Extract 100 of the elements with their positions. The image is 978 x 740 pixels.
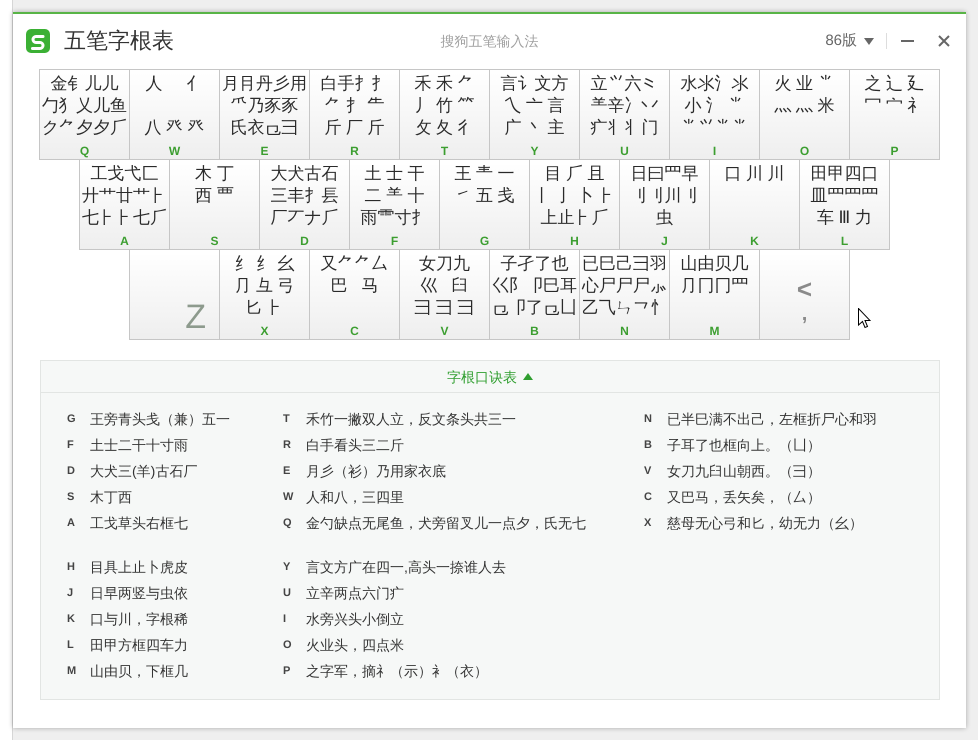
radical-list: ⺷辛冫丷 xyxy=(590,95,658,117)
mouse-cursor-icon xyxy=(858,308,871,329)
mnemonic-text: 人和八，三四里 xyxy=(306,488,404,507)
radical-list: 雨⻗寸⺘ xyxy=(360,207,428,229)
key-letter: B xyxy=(530,324,539,339)
key-letter: J xyxy=(661,234,668,249)
mnemonic-key-letter: I xyxy=(283,612,288,626)
radical-list: 山由贝几 xyxy=(680,253,748,275)
radical-list: 广 丶 主 xyxy=(504,117,565,139)
radical-list: 廾艹廿⺾⺊ xyxy=(82,185,167,207)
mnemonic-key-letter: P xyxy=(283,664,292,678)
key-letter: R xyxy=(350,144,359,159)
radical-list: 月⺝丹彡用 xyxy=(222,73,307,95)
key-letter: U xyxy=(620,144,629,159)
mnemonic-key-letter: G xyxy=(67,412,77,426)
logo-icon xyxy=(26,29,50,53)
mnemonic-text: 白手看头三二斤 xyxy=(306,436,404,455)
key-letter: Z xyxy=(185,300,206,334)
radical-list: 疒丬丬门 xyxy=(590,117,658,139)
radical-list: ⺆冂冂⺫ xyxy=(680,275,748,297)
radical-list: 又⺈⺈厶 xyxy=(320,253,388,275)
radical-list: 西 覀 xyxy=(195,185,234,207)
mnemonic-key-letter: H xyxy=(67,560,76,574)
radical-list: 工戈弋匚 xyxy=(90,163,158,185)
radical-list: 木 丁 xyxy=(195,163,234,185)
radical-list: 冖 宀 礻 xyxy=(864,95,925,117)
radical-list: 乀 亠 言 xyxy=(504,95,565,117)
key-letter: E xyxy=(260,144,268,159)
mnemonic-key-letter: K xyxy=(67,612,76,626)
radical-list: 虫 xyxy=(656,207,673,229)
mnemonic-toggle[interactable]: 字根口诀表 xyxy=(447,366,533,386)
mnemonic-text: 日早两竖与虫依 xyxy=(90,584,188,603)
caret-icon xyxy=(864,38,874,44)
key-letter: X xyxy=(260,324,268,339)
key-letter: D xyxy=(300,234,309,249)
radical-list: 刂刂川刂 xyxy=(630,185,698,207)
mnemonic-key-letter: S xyxy=(67,490,76,504)
radical-list: 斤 厂 斤 xyxy=(324,117,385,139)
radical-list: 七⺊⺊七⺁ xyxy=(82,207,167,229)
mnemonic-key-letter: R xyxy=(283,438,292,452)
radical-list: 子孑了也 xyxy=(500,253,568,275)
key-letter: T xyxy=(440,144,448,159)
radical-list: 火 业 ⺌ xyxy=(774,73,835,95)
radical-list: 丿 竹 ⺮ xyxy=(414,95,475,117)
radical-list: 二 ⺷ 十 xyxy=(364,185,425,207)
mnemonic-text: 金勺缺点无尾鱼，犬旁留叉儿一点夕，氏无七 xyxy=(306,514,586,533)
radical-list: 已巳己⺕羽 xyxy=(582,253,667,275)
key-letter: W xyxy=(168,144,180,159)
radical-list: ⺌⺍⺌⺌ xyxy=(680,117,748,139)
mnemonic-text: 木丁西 xyxy=(90,488,132,507)
mnemonic-text: 火业头，四点米 xyxy=(306,636,404,655)
radical-list: 日曰⺫早 xyxy=(630,163,698,185)
mnemonic-key-letter: U xyxy=(283,586,292,600)
mnemonic-text: 又巴马，丢矢矣，（厶） xyxy=(667,488,821,507)
mnemonic-key-letter: T xyxy=(283,412,291,426)
mnemonic-key-letter: X xyxy=(644,516,652,530)
mnemonic-text: 禾竹一撇双人立，反文条头共三一 xyxy=(306,410,516,429)
radical-list: ⺋卩了⺋凵 xyxy=(492,297,577,319)
radical-list: 目 ⺁ 且 xyxy=(544,163,605,185)
close-icon xyxy=(938,35,950,47)
mnemonic-text: 子耳了也框向上。（凵） xyxy=(667,436,821,455)
radical-list: ⺈ ⺘ ⺧ xyxy=(324,95,385,117)
mnemonic-key-letter: C xyxy=(644,490,653,504)
radical-list: 攵 夂 彳 xyxy=(414,117,475,139)
key-letter: P xyxy=(890,144,898,159)
mnemonic-key-letter: A xyxy=(67,516,76,530)
key-letter: H xyxy=(570,234,579,249)
radical-list: 立⺍六⺀ xyxy=(590,73,658,95)
radical-list: 巜阝卩巳耳 xyxy=(492,275,577,297)
radical-list: 白手⺘扌 xyxy=(320,73,388,95)
mnemonic-text: 大犬三(羊)古石厂 xyxy=(90,462,198,481)
mnemonic-key-letter: Q xyxy=(283,516,293,530)
radical-list: ㇀ 五 戋 xyxy=(454,185,515,207)
app-name: 搜狗五笔输入法 xyxy=(440,32,538,51)
key-letter: O xyxy=(800,144,810,159)
mnemonic-key-letter: O xyxy=(283,638,293,652)
key-letter: G xyxy=(480,234,490,249)
mnemonic-text: 土士二干十寸雨 xyxy=(90,436,188,455)
mnemonic-text: 田甲方框四车力 xyxy=(90,636,188,655)
mnemonic-text: 月彡（衫）乃用家衣底 xyxy=(306,462,446,481)
radical-list: 氏衣⺋⺕ xyxy=(230,117,298,139)
radical-list: 言讠文方 xyxy=(500,73,568,95)
mnemonic-text: 之字军，摘礻（示）衤（衣） xyxy=(306,662,488,681)
radical-list: 禾 ⽲ ⺈ xyxy=(414,73,475,95)
radical-list: 小 氵 ⺌ xyxy=(684,95,745,117)
mnemonic-key-letter: Y xyxy=(283,560,292,574)
version-dropdown[interactable]: 86版 xyxy=(825,31,874,51)
radical-list: 三丰⺘镸 xyxy=(270,185,338,207)
key-letter: I xyxy=(712,144,716,159)
key-letter: V xyxy=(440,324,448,339)
radical-list: 灬 ⺣ 米 xyxy=(774,95,835,117)
radical-list: 彐 ⺕ ⺕ xyxy=(414,297,475,319)
mnemonic-text: 目具上止卜虎皮 xyxy=(90,558,188,577)
close-button[interactable] xyxy=(937,34,951,48)
radical-list: 田甲四口 xyxy=(810,163,878,185)
mnemonic-text: 言文方广在四一,高头一捺谁人去 xyxy=(306,558,506,577)
key-letter: A xyxy=(120,234,129,249)
radical-list: 勹犭乂儿鱼 xyxy=(42,95,127,117)
key-letter: L xyxy=(840,234,848,249)
mnemonic-key-letter: E xyxy=(283,464,292,478)
